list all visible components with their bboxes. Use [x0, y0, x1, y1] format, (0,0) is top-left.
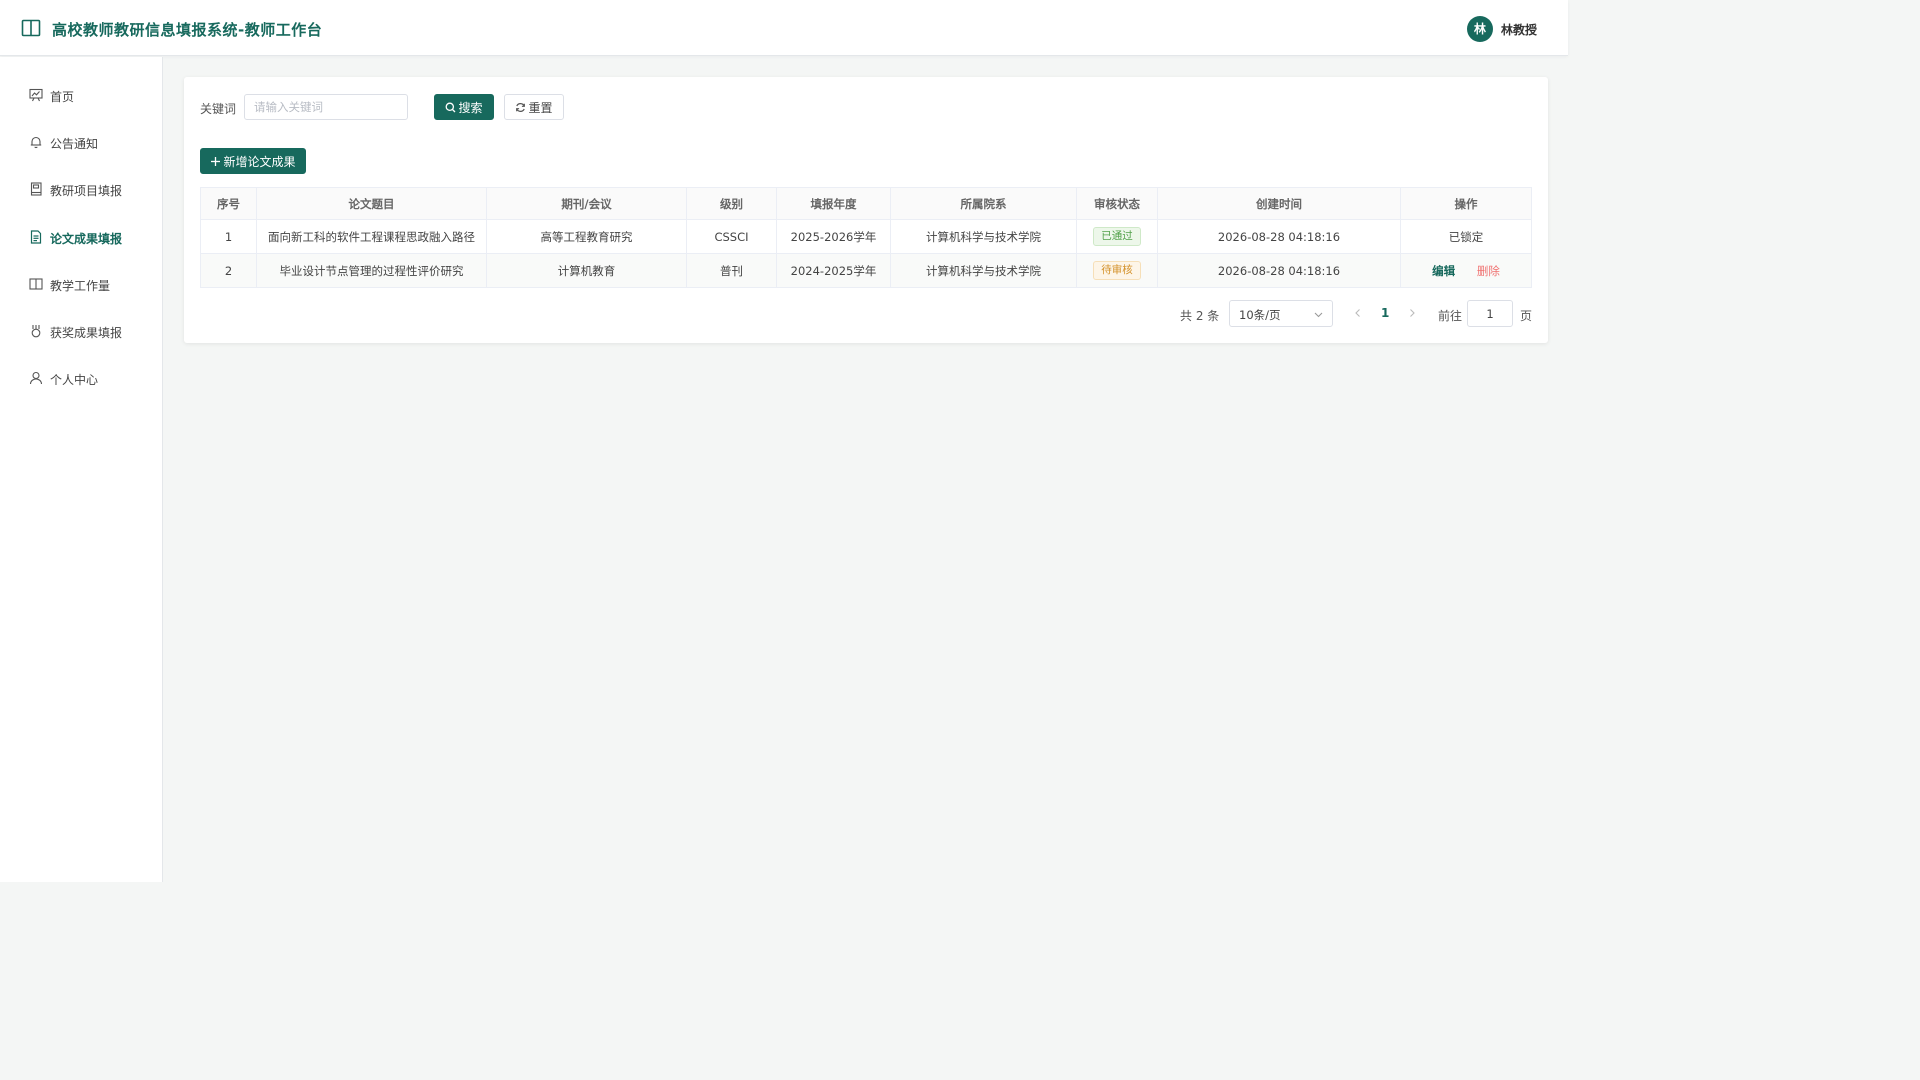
papers-table: 序号 论文题目 期刊/会议 级别 填报年度 所属院系 审核状态 创建时间 操作 … — [200, 187, 1532, 288]
bell-icon — [30, 136, 42, 149]
column-header: 创建时间 — [1157, 187, 1401, 220]
sidebar: 首页 公告通知 教研项目填报 论文成果填报 教学工作量 获奖成果填报 个人中心 — [0, 57, 163, 882]
created-time: 2026-08-28 04:18:16 — [1157, 219, 1401, 254]
sidebar-item-workload[interactable]: 教学工作量 — [0, 269, 162, 299]
department: 计算机科学与技术学院 — [890, 219, 1077, 254]
sidebar-item-label: 论文成果填报 — [50, 232, 123, 246]
operations-cell: 编辑 删除 — [1400, 253, 1532, 288]
sidebar-item-label: 首页 — [50, 90, 75, 104]
user-icon — [29, 371, 43, 385]
row-index: 2 — [200, 253, 257, 288]
search-button-label: 搜索 — [458, 100, 483, 115]
column-header: 审核状态 — [1076, 187, 1158, 220]
row-index: 1 — [200, 219, 257, 254]
column-header: 论文题目 — [256, 187, 487, 220]
sidebar-item-notices[interactable]: 公告通知 — [0, 127, 162, 157]
document-icon — [30, 230, 42, 244]
add-paper-button[interactable]: 新增论文成果 — [200, 148, 306, 174]
notebook-icon — [30, 182, 42, 196]
sidebar-item-papers[interactable]: 论文成果填报 — [0, 222, 162, 252]
paper-title: 毕业设计节点管理的过程性评价研究 — [256, 253, 487, 288]
delete-link[interactable]: 删除 — [1477, 264, 1500, 278]
status-badge: 待审核 — [1093, 261, 1141, 280]
sidebar-item-home[interactable]: 首页 — [0, 80, 162, 110]
goto-page-input[interactable] — [1467, 300, 1513, 327]
page-number-current[interactable]: 1 — [1381, 306, 1389, 320]
dashboard-icon — [29, 88, 43, 102]
sidebar-item-label: 个人中心 — [50, 373, 99, 387]
column-header: 级别 — [686, 187, 777, 220]
goto-label: 前往 — [1438, 309, 1463, 323]
level: CSSCI — [686, 219, 777, 254]
journal: 高等工程教育研究 — [486, 219, 687, 254]
avatar[interactable]: 林 — [1467, 16, 1493, 42]
created-time: 2026-08-28 04:18:16 — [1157, 253, 1401, 288]
search-button[interactable]: 搜索 — [434, 94, 494, 120]
column-header: 填报年度 — [776, 187, 891, 220]
keyword-input[interactable] — [244, 94, 408, 120]
journal: 计算机教育 — [486, 253, 687, 288]
reset-button-label: 重置 — [528, 100, 553, 115]
column-header: 序号 — [200, 187, 257, 220]
refresh-icon — [516, 102, 526, 112]
page-size-value: 10条/页 — [1239, 308, 1281, 322]
medal-icon — [31, 325, 41, 338]
reset-button[interactable]: 重置 — [504, 94, 564, 120]
search-icon — [446, 102, 456, 112]
plus-icon — [211, 156, 221, 166]
locked-label: 已锁定 — [1400, 219, 1532, 254]
paper-title: 面向新工科的软件工程课程思政融入路径 — [256, 219, 487, 254]
level: 普刊 — [686, 253, 777, 288]
chevron-left-icon[interactable] — [1352, 307, 1364, 319]
column-header: 操作 — [1400, 187, 1532, 220]
report-year: 2024-2025学年 — [776, 253, 891, 288]
department: 计算机科学与技术学院 — [890, 253, 1077, 288]
add-paper-button-label: 新增论文成果 — [223, 154, 296, 169]
status-badge: 已通过 — [1093, 227, 1141, 246]
sidebar-item-label: 公告通知 — [50, 137, 99, 151]
chevron-right-icon[interactable] — [1406, 307, 1418, 319]
sidebar-item-profile[interactable]: 个人中心 — [0, 363, 162, 393]
open-book-icon — [21, 19, 41, 37]
page-size-select[interactable]: 10条/页 — [1229, 300, 1333, 327]
sidebar-item-awards[interactable]: 获奖成果填报 — [0, 316, 162, 346]
top-header: 高校教师教研信息填报系统-教师工作台 林 林教授 — [0, 0, 1568, 56]
pagination-total: 共 2 条 — [1180, 309, 1220, 323]
sidebar-item-label: 教学工作量 — [50, 279, 111, 293]
report-year: 2025-2026学年 — [776, 219, 891, 254]
user-name[interactable]: 林教授 — [1501, 21, 1537, 38]
app-title: 高校教师教研信息填报系统-教师工作台 — [52, 21, 323, 39]
table-row: 1 面向新工科的软件工程课程思政融入路径 高等工程教育研究 CSSCI 2025… — [200, 219, 1532, 254]
table-header-row: 序号 论文题目 期刊/会议 级别 填报年度 所属院系 审核状态 创建时间 操作 — [200, 187, 1532, 220]
edit-link[interactable]: 编辑 — [1432, 264, 1455, 278]
sidebar-item-projects[interactable]: 教研项目填报 — [0, 174, 162, 204]
column-header: 期刊/会议 — [486, 187, 687, 220]
sidebar-item-label: 获奖成果填报 — [50, 326, 123, 340]
sidebar-item-label: 教研项目填报 — [50, 184, 123, 198]
status-cell: 待审核 — [1076, 253, 1158, 288]
chevron-down-icon — [1314, 312, 1323, 318]
page-suffix-label: 页 — [1520, 309, 1533, 323]
status-cell: 已通过 — [1076, 219, 1158, 254]
book-icon — [29, 278, 43, 290]
papers-panel: 关键词 搜索 重置 新增论文成果 序号 论文题目 期刊/会议 级别 — [184, 77, 1548, 343]
keyword-label: 关键词 — [200, 102, 237, 116]
column-header: 所属院系 — [890, 187, 1077, 220]
table-row: 2 毕业设计节点管理的过程性评价研究 计算机教育 普刊 2024-2025学年 … — [200, 253, 1532, 288]
